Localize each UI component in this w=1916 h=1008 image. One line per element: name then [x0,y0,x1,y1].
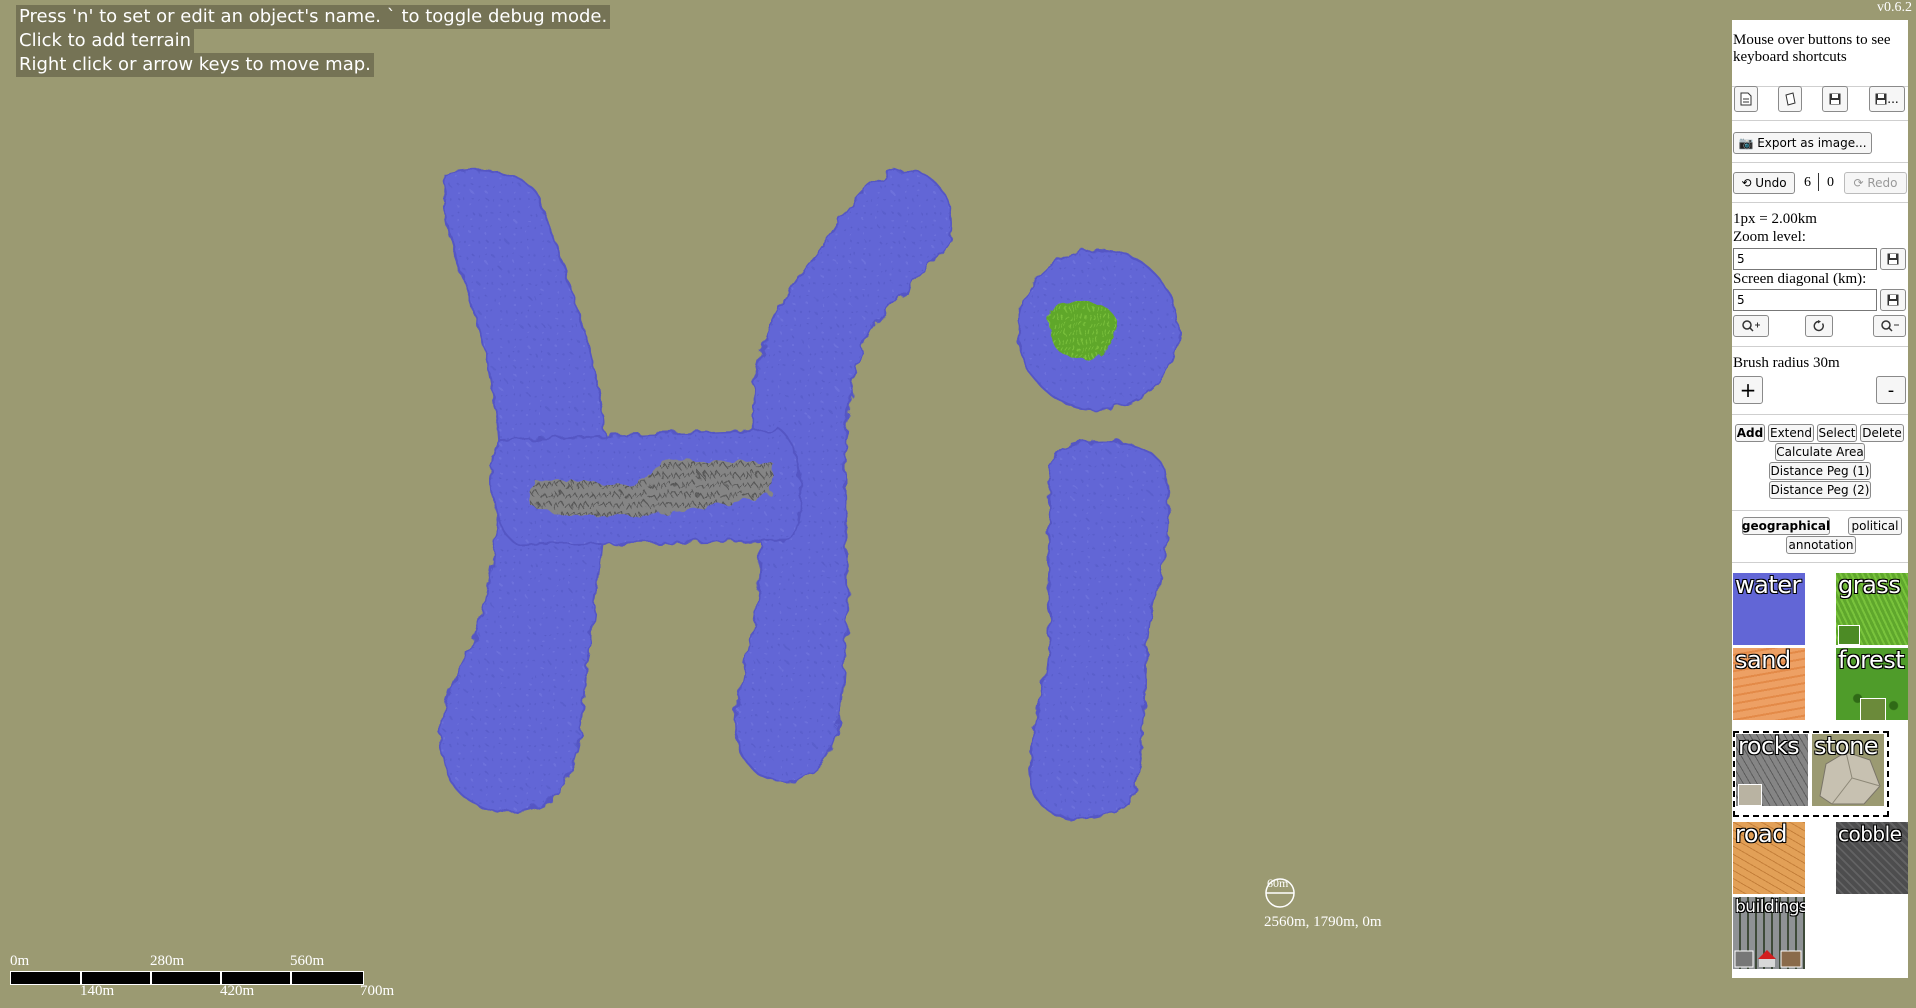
scale-bar-graphic [10,971,364,985]
category-geographical-tab[interactable]: geographical [1742,517,1830,535]
category-political-tab[interactable]: political [1848,517,1902,535]
terrain-road-tile[interactable]: road [1733,822,1805,894]
scale-label-140: 140m [80,983,115,999]
scale-readout: 1px = 2.00km [1733,211,1817,227]
terrain-sand-tile[interactable]: sand [1733,648,1805,720]
save-icon [1887,253,1899,265]
calculate-area-button[interactable]: Calculate Area [1775,443,1865,461]
brush-cursor: 60m [1264,876,1296,908]
scale-label-420: 420m [220,983,255,999]
water-region-i-stem [1029,439,1170,820]
mode-extend-button[interactable]: Extend [1768,424,1814,442]
brush-increase-button[interactable]: + [1733,376,1763,404]
new-file-button[interactable] [1734,86,1758,112]
scale-label-700: 700m [360,983,395,999]
redo-button[interactable]: ⟳ Redo [1844,172,1907,194]
help-line-name: Press 'n' to set or edit an object's nam… [16,5,611,29]
terrain-forest-label: forest [1838,648,1905,674]
zoom-level-apply-button[interactable] [1880,248,1906,270]
zoom-out-icon [1880,320,1899,332]
terrain-stone-tile[interactable]: stone [1812,734,1884,806]
terrain-forest-tile[interactable]: forest [1836,648,1908,720]
map-canvas[interactable] [0,0,1916,1008]
brush-radius-label: 60m [1267,876,1289,890]
terrain-rocks-label: rocks [1738,734,1800,760]
brush-decrease-button[interactable]: - [1876,376,1906,404]
save-as-button[interactable]: ... [1869,86,1905,112]
save-icon [1887,294,1899,306]
terrain-buildings-tile[interactable]: buildings [1733,897,1805,969]
terrain-sand-label: sand [1735,648,1791,674]
zoom-level-input[interactable] [1733,248,1877,270]
zoom-in-button[interactable] [1733,315,1769,337]
new-file-icon [1740,92,1752,106]
mode-delete-button[interactable]: Delete [1860,424,1904,442]
brush-radius-label: Brush radius 30m [1733,355,1840,371]
terrain-stone-label: stone [1814,734,1879,760]
terrain-water-tile[interactable]: water [1733,573,1805,645]
reset-icon [1813,320,1824,332]
terrain-rocks-tile[interactable]: rocks [1736,734,1808,806]
save-as-icon [1875,93,1887,105]
terrain-cobble-tile[interactable]: cobble [1836,822,1908,894]
save-button[interactable] [1822,86,1848,112]
terrain-water-label: water [1735,573,1801,599]
help-line-move: Right click or arrow keys to move map. [16,53,374,77]
undo-button[interactable]: ⟲ Undo [1733,172,1795,194]
zoom-in-icon [1742,320,1760,332]
terrain-grass-tile[interactable]: grass [1836,573,1908,645]
mode-add-button[interactable]: Add [1735,424,1765,442]
help-line-add: Click to add terrain [16,29,195,53]
terrain-road-label: road [1735,822,1787,848]
cursor-coordinates: 2560m, 1790m, 0m [1264,914,1382,930]
scale-label-560: 560m [290,953,325,969]
reset-zoom-button[interactable] [1805,315,1833,337]
tool-panel: Mouse over buttons to see keyboard short… [1732,20,1908,978]
category-annotation-tab[interactable]: annotation [1786,536,1856,554]
screen-diagonal-label: Screen diagonal (km): [1733,271,1867,287]
terrain-grass-label: grass [1838,573,1901,599]
open-file-icon [1785,92,1796,106]
screen-diagonal-input[interactable] [1733,289,1877,311]
undo-count: 6 [1804,175,1811,190]
mode-select-button[interactable]: Select [1817,424,1857,442]
scale-label-280: 280m [150,953,185,969]
house-icon [1734,950,1802,968]
terrain-buildings-label: buildings [1735,897,1805,917]
distance-peg-2-button[interactable]: Distance Peg (2) [1769,481,1871,499]
redo-count: 0 [1827,175,1834,190]
shortcut-hint: Mouse over buttons to see keyboard short… [1733,32,1891,65]
zoom-out-button[interactable] [1873,315,1906,337]
scale-label-0: 0m [10,953,30,969]
screen-diagonal-apply-button[interactable] [1880,289,1906,311]
save-as-ellipsis: ... [1887,92,1899,106]
distance-peg-1-button[interactable]: Distance Peg (1) [1769,462,1871,480]
terrain-cobble-label: cobble [1838,822,1902,846]
zoom-level-label: Zoom level: [1733,229,1806,245]
open-file-button[interactable] [1778,86,1802,112]
version-label: v0.6.2 [1877,0,1912,15]
save-icon [1829,93,1841,105]
terrain-drawing [439,168,1179,820]
export-image-button[interactable]: 📷 Export as image... [1733,132,1872,154]
